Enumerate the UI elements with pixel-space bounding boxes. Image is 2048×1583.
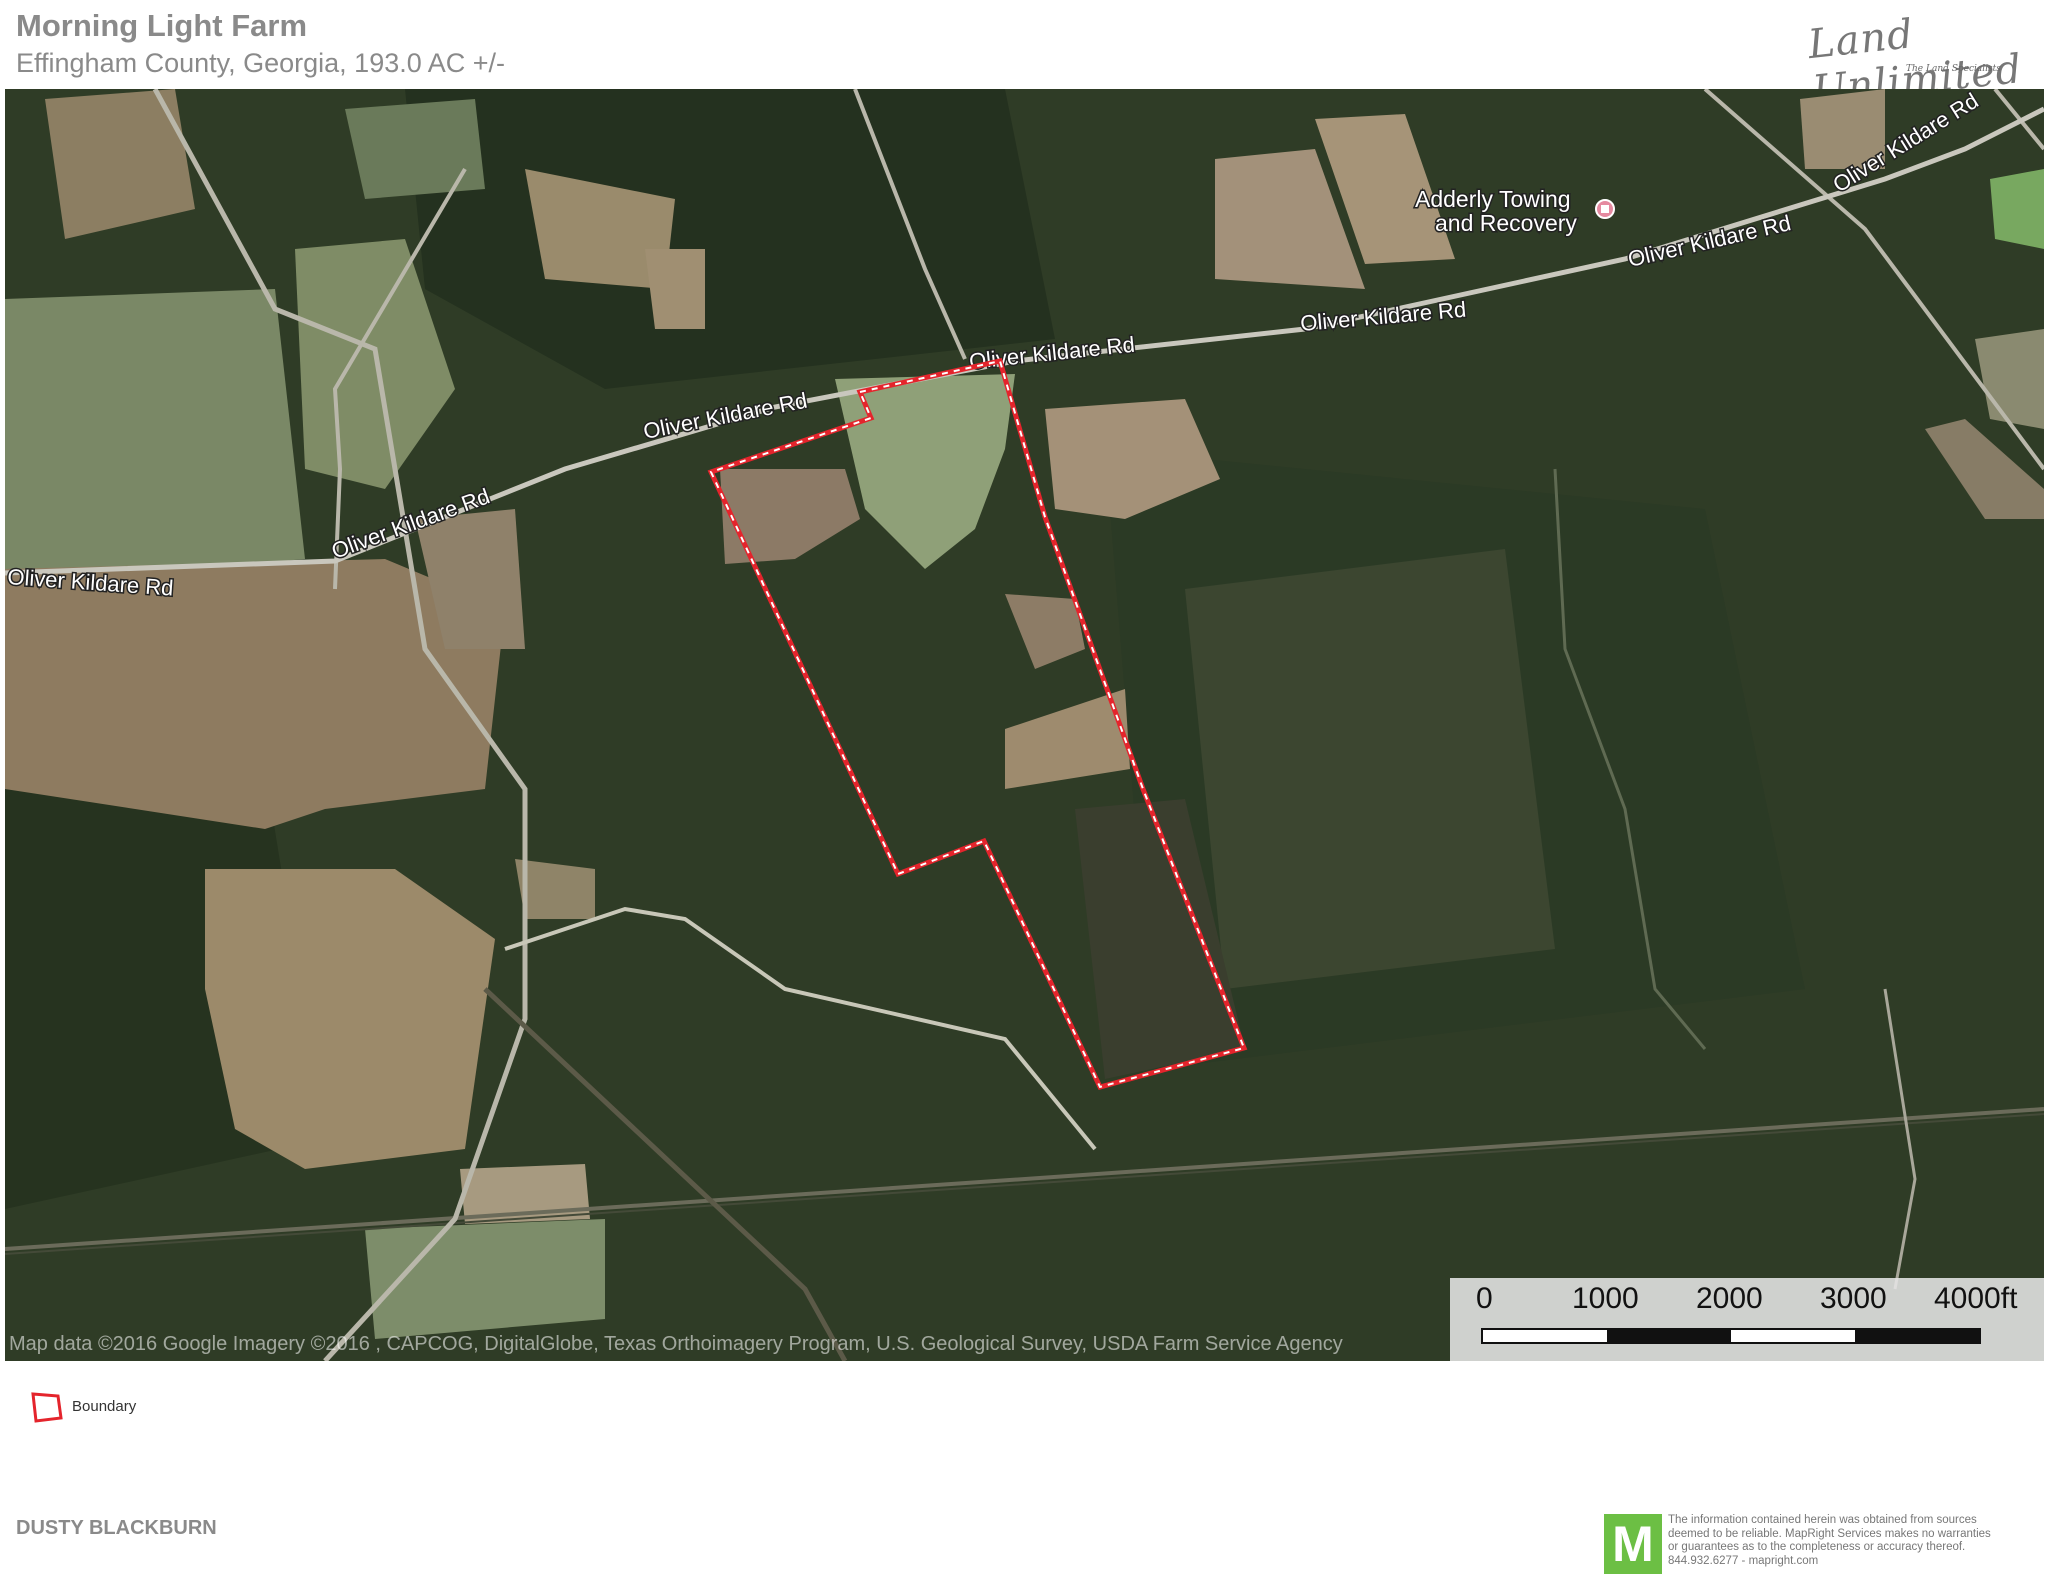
scale-label: 1000 [1572,1282,1639,1315]
field [345,99,485,199]
poi-label: Adderly Towing [1415,186,1571,212]
disclaimer-line: or guarantees as to the completeness or … [1668,1541,1966,1554]
scale-track [1481,1328,1981,1344]
mapright-footer: M The information contained herein was o… [1604,1512,2044,1576]
scale-segment [1607,1330,1731,1342]
satellite-map[interactable]: Oliver Kildare Rd Oliver Kildare Rd Oliv… [5,89,2044,1361]
scale-label: 0 [1476,1282,1493,1315]
legend-label: Boundary [72,1398,137,1415]
company-logo: Land Unlimited The Land Specialists [1800,2,2040,114]
scale-label: 3000 [1820,1282,1887,1315]
forest-clearing [1185,549,1555,989]
field [205,869,495,1169]
map-title: Morning Light Farm [16,8,308,43]
disclaimer-line: deemed to be reliable. MapRight Services… [1668,1527,1991,1540]
agent-name: DUSTY BLACKBURN [16,1517,217,1539]
field [5,289,305,579]
disclaimer-line: The information contained herein was obt… [1668,1514,1977,1526]
disclaimer-line: 844.932.6277 - mapright.com [1668,1554,1819,1567]
scale-label: 4000ft [1934,1282,2018,1315]
field [5,559,505,829]
scale-segment [1855,1330,1979,1342]
boundary-legend-icon [31,1392,63,1423]
logo-tagline: The Land Specialists [1906,64,2001,74]
scale-segment [1483,1330,1607,1342]
scale-label: 2000 [1696,1282,1763,1315]
poi-marker-icon[interactable] [1595,199,1615,219]
map-canvas: Oliver Kildare Rd Oliver Kildare Rd Oliv… [5,89,2044,1361]
mapright-logo: M [1604,1514,1662,1574]
map-subtitle: Effingham County, Georgia, 193.0 AC +/- [16,48,506,78]
map-attribution: Map data ©2016 Google Imagery ©2016 , CA… [9,1333,1343,1355]
scale-bar: 0 1000 2000 3000 4000ft [1450,1278,2044,1361]
field [1990,169,2044,249]
scale-segment [1731,1330,1855,1342]
disclaimer: The information contained herein was obt… [1668,1514,2040,1568]
poi-label: and Recovery [1435,210,1577,236]
field [645,249,705,329]
